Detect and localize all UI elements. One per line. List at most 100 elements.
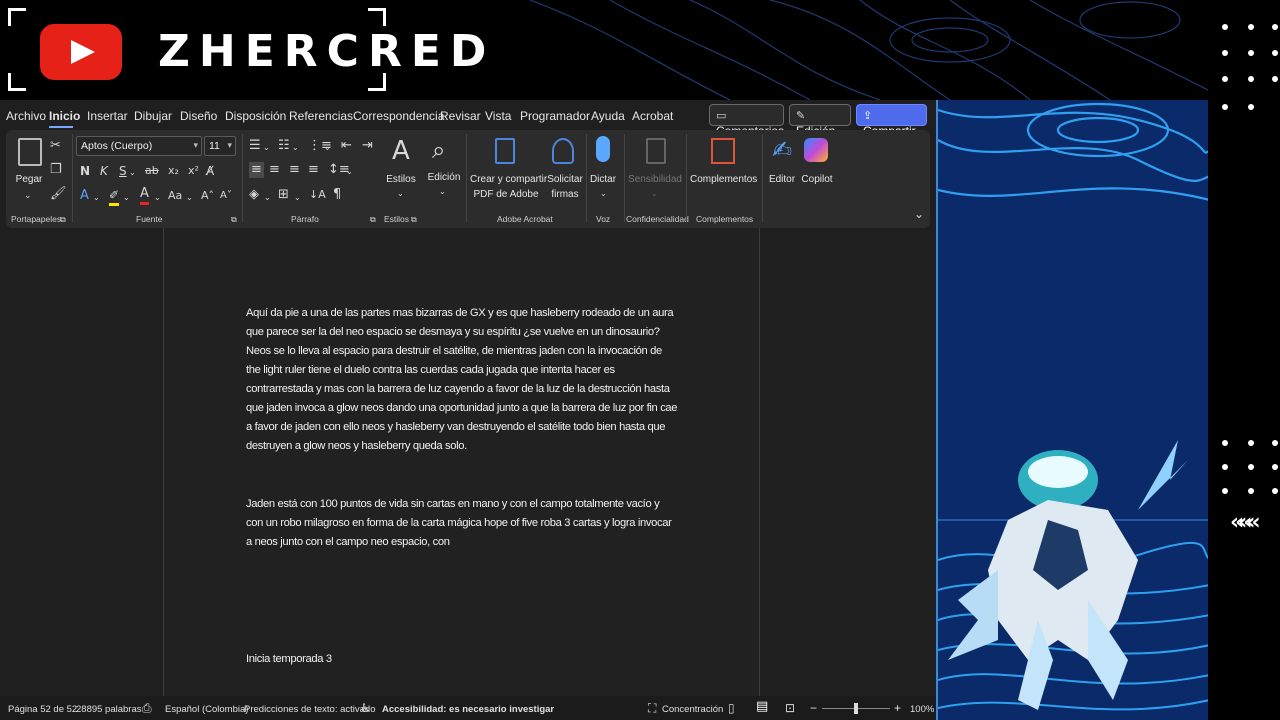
shading-icon[interactable]: ◈ — [249, 187, 259, 203]
web-layout-icon[interactable]: ⊡ — [785, 700, 795, 716]
underline-button[interactable]: S — [119, 163, 127, 179]
editing-mode-button[interactable]: ✎ Edición ⌄ — [789, 104, 851, 151]
sort-icon[interactable]: ↓A — [309, 187, 326, 203]
strikethrough-button[interactable]: ab — [145, 163, 159, 179]
tab-referencias[interactable]: Referencias — [289, 109, 353, 123]
editor-button[interactable]: Editor — [766, 172, 798, 187]
page-count[interactable]: Página 52 de 52 — [8, 704, 77, 715]
chevron-down-icon[interactable]: ⌄ — [123, 190, 130, 206]
italic-button[interactable]: K — [100, 163, 108, 179]
chevron-down-icon[interactable]: ⌄ — [154, 190, 161, 206]
increase-indent-icon[interactable]: ⇥ — [362, 138, 373, 154]
request-signatures-button[interactable]: Solicitar firmas — [545, 172, 585, 202]
zoom-level[interactable]: 100% — [910, 704, 934, 715]
align-center-icon[interactable]: ≡ — [269, 162, 280, 178]
cut-icon[interactable]: ✂ — [50, 138, 61, 154]
dialog-launcher-icon[interactable]: ⧉ — [60, 212, 66, 228]
zoom-slider[interactable] — [822, 703, 890, 714]
chevron-down-icon[interactable]: ⌄ — [294, 190, 301, 206]
create-pdf-button[interactable]: Crear y compartir PDF de Adobe — [470, 172, 547, 202]
tab-archivo[interactable]: Archivo — [6, 109, 46, 123]
proofing-icon[interactable]: ⎙ — [142, 700, 152, 716]
chevron-down-icon[interactable]: ⌄ — [600, 186, 607, 202]
chevron-down-icon[interactable]: ⌄ — [129, 165, 136, 181]
borders-icon[interactable]: ⊞ — [278, 187, 289, 203]
chevron-down-icon[interactable]: ⌄ — [186, 190, 193, 206]
align-left-icon[interactable]: ≡ — [249, 162, 264, 178]
justify-icon[interactable]: ≡ — [308, 162, 319, 178]
superscript-icon[interactable]: x² — [188, 163, 199, 179]
tab-diseno[interactable]: Diseño — [180, 109, 217, 123]
group-label-voice: Voz — [596, 214, 611, 224]
read-mode-icon[interactable]: ▯ — [728, 700, 735, 716]
dialog-launcher-icon[interactable]: ⧉ — [231, 212, 237, 228]
show-marks-icon[interactable]: ¶ — [333, 187, 341, 203]
focus-mode-button[interactable]: Concentración — [662, 704, 723, 715]
format-painter-icon[interactable]: 🖌 — [50, 186, 67, 202]
change-case-icon[interactable]: Aa — [168, 188, 182, 204]
dictate-button[interactable]: Dictar — [589, 172, 617, 187]
right-rail: ««« — [1208, 0, 1280, 720]
font-size-select[interactable]: 11 ▾ — [204, 136, 236, 156]
subscript-icon[interactable]: x₂ — [168, 163, 179, 179]
tab-insertar[interactable]: Insertar — [87, 109, 128, 123]
print-layout-icon[interactable]: ▤ — [756, 699, 768, 715]
bold-button[interactable]: N — [80, 163, 90, 179]
addins-button[interactable]: Complementos — [690, 172, 757, 187]
document-page[interactable]: Aquí da pie a una de las partes mas biza… — [163, 228, 760, 696]
chevron-down-icon[interactable]: ⌄ — [93, 190, 100, 206]
numbering-icon[interactable]: ☷ — [278, 138, 290, 154]
zoom-in-button[interactable]: + — [894, 701, 901, 715]
word-count[interactable]: 28895 palabras — [76, 704, 142, 715]
highlight-icon[interactable]: ✐ — [109, 187, 120, 206]
divider — [466, 134, 467, 222]
collapse-ribbon-icon[interactable]: ⌄ — [914, 206, 924, 222]
tab-vista[interactable]: Vista — [485, 109, 511, 123]
tab-correspondencia[interactable]: Correspondencia — [353, 109, 444, 123]
paste-button[interactable]: Pegar — [14, 172, 44, 187]
editing-button[interactable]: Edición — [424, 170, 464, 185]
tab-acrobat[interactable]: Acrobat — [632, 109, 673, 123]
text-predictions-status[interactable]: Predicciones de texto: activado — [244, 704, 376, 715]
bullets-icon[interactable]: ☰ — [249, 138, 261, 154]
chevron-down-icon[interactable]: ⌄ — [263, 140, 270, 156]
tab-dibujar[interactable]: Dibujar — [134, 109, 172, 123]
language-status[interactable]: Español (Colombia) — [165, 704, 248, 715]
align-right-icon[interactable]: ≡ — [289, 162, 300, 178]
chevron-down-icon[interactable]: ⌄ — [24, 188, 32, 204]
comments-button[interactable]: ▭ Comentarios — [709, 104, 784, 138]
chevron-down-icon[interactable]: ⌄ — [439, 184, 446, 200]
tab-disposicion[interactable]: Disposición — [225, 109, 286, 123]
document-paragraph[interactable]: Inicia temporada 3 — [246, 650, 678, 669]
tab-programador[interactable]: Programador — [520, 109, 590, 123]
font-color-icon[interactable]: A — [140, 186, 149, 205]
shrink-font-icon[interactable]: A˅ — [220, 188, 232, 204]
document-paragraph[interactable]: Jaden está con 100 puntos de vida sin ca… — [246, 495, 678, 552]
zoom-slider-thumb[interactable] — [854, 703, 858, 714]
clear-formatting-icon[interactable]: A̸ — [206, 163, 214, 179]
copilot-button[interactable]: Copilot — [801, 172, 833, 187]
chevron-down-icon[interactable]: ⌄ — [346, 164, 353, 180]
chevron-down-icon[interactable]: ⌄ — [264, 190, 271, 206]
accessibility-status[interactable]: Accesibilidad: es necesario investigar — [382, 704, 554, 715]
decrease-indent-icon[interactable]: ⇤ — [341, 138, 352, 154]
accessibility-icon[interactable]: ♿ — [360, 700, 371, 716]
grow-font-icon[interactable]: A˄ — [201, 188, 214, 204]
document-paragraph[interactable]: Aquí da pie a una de las partes mas biza… — [246, 304, 678, 456]
tab-ayuda[interactable]: Ayuda — [591, 109, 625, 123]
font-name-select[interactable]: Aptos (Cuerpo) ▾ — [76, 136, 202, 156]
copy-icon[interactable]: ❐ — [50, 162, 62, 178]
chevron-down-icon[interactable]: ⌄ — [397, 186, 404, 202]
frame-corner — [8, 73, 26, 91]
tab-revisar[interactable]: Revisar — [440, 109, 481, 123]
zoom-out-button[interactable]: − — [810, 701, 817, 715]
dialog-launcher-icon[interactable]: ⧉ — [411, 212, 417, 228]
share-button[interactable]: ⇪ Compartir — [856, 104, 927, 138]
chevron-down-icon[interactable]: ⌄ — [324, 140, 331, 156]
styles-button[interactable]: Estilos — [384, 172, 418, 187]
focus-icon[interactable]: ⛶ — [648, 700, 656, 716]
chevron-down-icon[interactable]: ⌄ — [292, 140, 299, 156]
tab-inicio[interactable]: Inicio — [49, 109, 80, 123]
text-effects-icon[interactable]: A — [80, 188, 89, 204]
dialog-launcher-icon[interactable]: ⧉ — [370, 212, 376, 228]
